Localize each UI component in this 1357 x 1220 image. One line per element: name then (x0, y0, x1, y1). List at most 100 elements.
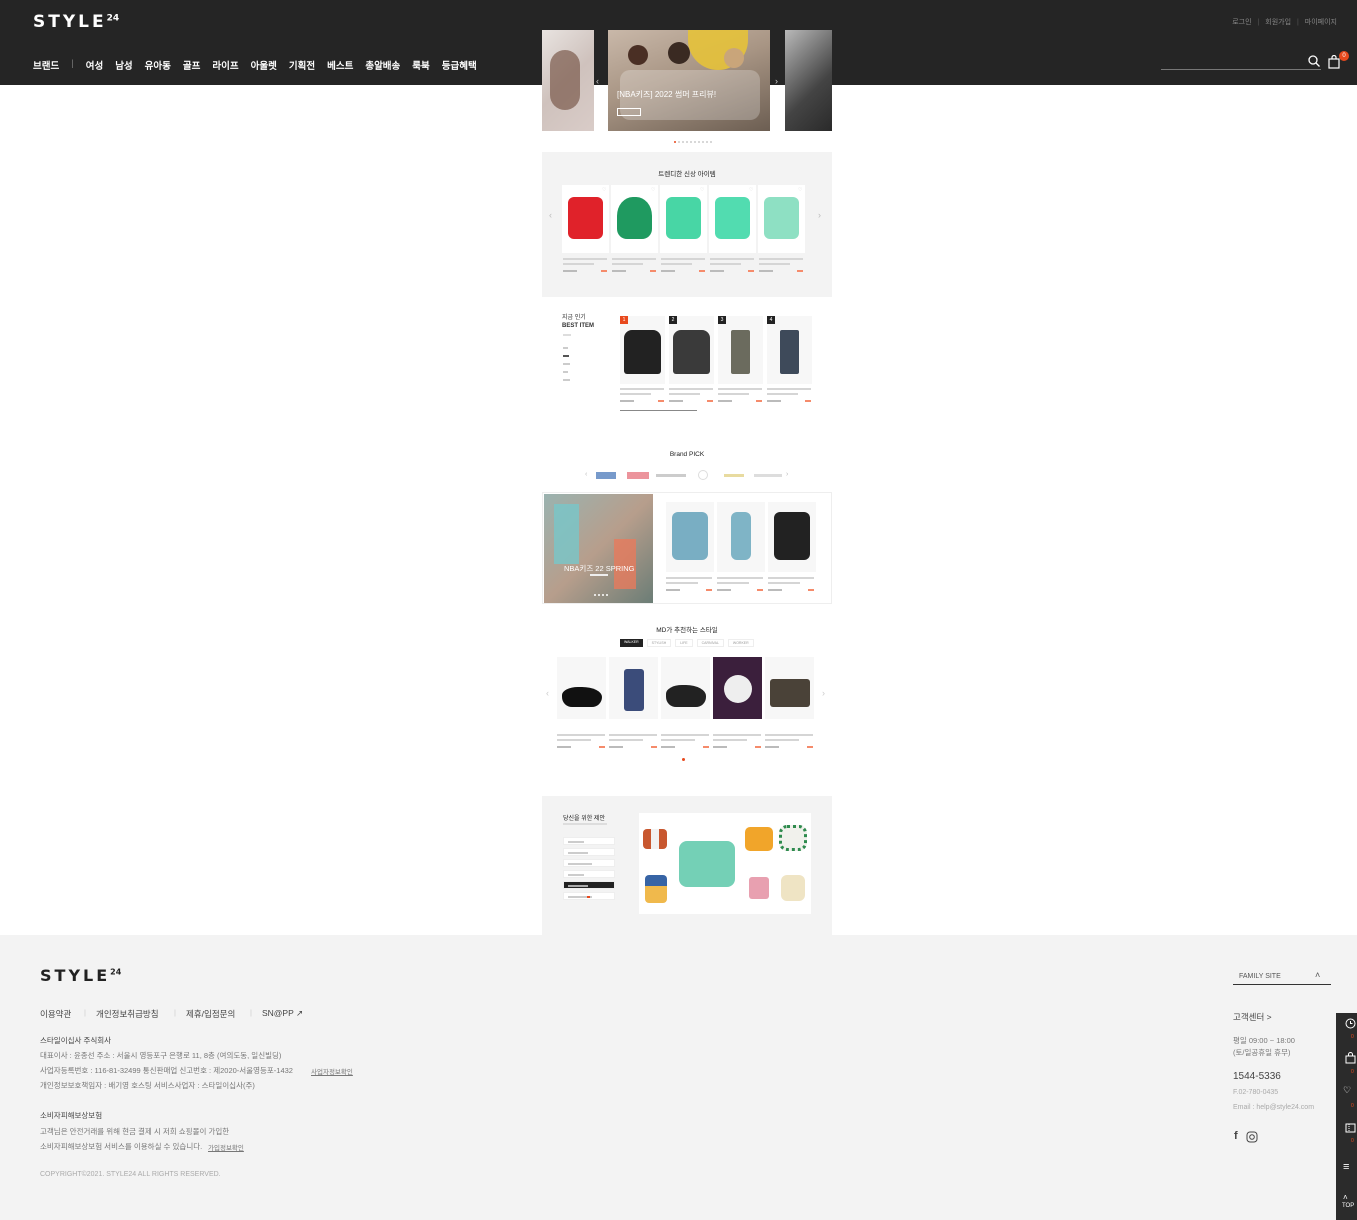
cs-title[interactable]: 고객센터 > (1233, 1011, 1272, 1023)
product-card[interactable] (660, 185, 707, 253)
coupon-icon[interactable] (1345, 1123, 1356, 1133)
family-site-select[interactable]: FAMILY SITE ˄ (1233, 969, 1331, 985)
product-card[interactable]: 1 (620, 316, 665, 384)
product-card[interactable] (557, 657, 606, 719)
hero-next-arrow[interactable]: › (775, 76, 778, 86)
cart-icon[interactable] (1345, 1052, 1356, 1064)
brand-logo-3[interactable] (656, 474, 686, 477)
nav-kids[interactable]: 유아동 (145, 58, 171, 72)
search-input[interactable] (1161, 69, 1321, 70)
hero-pagination[interactable] (674, 141, 712, 144)
product-card[interactable]: 4 (767, 316, 812, 384)
hero-dot[interactable] (686, 141, 688, 143)
nav-women[interactable]: 여성 (86, 58, 103, 72)
md-next-arrow[interactable]: › (822, 688, 825, 698)
product-name[interactable] (717, 577, 763, 579)
product-card[interactable]: 3 (718, 316, 763, 384)
product-name[interactable] (609, 734, 657, 736)
md-prev-arrow[interactable]: ‹ (546, 688, 549, 698)
hero-dot[interactable] (678, 141, 680, 143)
brand-logo-nba[interactable] (596, 472, 616, 479)
product-name[interactable] (661, 734, 709, 736)
promo-pagination[interactable] (594, 594, 608, 596)
hero-dot[interactable] (702, 141, 704, 143)
heart-icon[interactable]: ♡ (749, 187, 753, 193)
product-name[interactable] (563, 258, 607, 260)
suggest-option-2[interactable] (563, 848, 615, 856)
md-pagination[interactable] (682, 758, 685, 761)
product-card[interactable] (717, 502, 765, 572)
search-icon[interactable] (1308, 55, 1320, 67)
suggest-option-5[interactable] (563, 881, 615, 889)
product-name[interactable] (768, 577, 814, 579)
menu-icon[interactable]: ≡ (1343, 1161, 1349, 1173)
facebook-icon[interactable]: f (1234, 1130, 1238, 1142)
md-tab-carnival[interactable]: CARNIVAL (696, 639, 724, 647)
chevron-up-icon[interactable]: ˄ (1343, 1193, 1348, 1202)
product-card[interactable] (609, 657, 658, 719)
nav-best[interactable]: 베스트 (327, 58, 353, 72)
best-category-5[interactable] (563, 379, 570, 381)
product-card[interactable] (661, 657, 710, 719)
md-tab-worker[interactable]: WORKER (727, 639, 754, 647)
brand-pick-promo[interactable]: NBA키즈 22 SPRING (544, 494, 653, 603)
product-card[interactable] (709, 185, 756, 253)
hero-dot[interactable] (694, 141, 696, 143)
suggest-image[interactable] (639, 813, 811, 914)
join-link[interactable]: 회원가입 (1265, 19, 1291, 26)
product-name[interactable] (612, 258, 656, 260)
product-name[interactable] (661, 258, 705, 260)
heart-icon[interactable]: ♡ (798, 187, 802, 193)
footer-link-privacy[interactable]: 개인정보취급방침 (96, 1008, 159, 1020)
suggest-option-1[interactable] (563, 837, 615, 845)
heart-icon[interactable]: ♡ (651, 187, 655, 193)
hero-dot[interactable] (674, 141, 676, 143)
brand-next-arrow[interactable]: › (786, 471, 788, 478)
product-name[interactable] (718, 388, 762, 390)
md-tab-life[interactable]: LIFE (675, 639, 693, 647)
nav-exhibition[interactable]: 기획전 (289, 58, 315, 72)
product-card[interactable] (713, 657, 762, 719)
product-card[interactable] (758, 185, 805, 253)
trend-prev-arrow[interactable]: ‹ (549, 210, 552, 220)
hero-more-button[interactable] (617, 108, 641, 116)
product-card[interactable]: 2 (669, 316, 714, 384)
product-card[interactable] (765, 657, 814, 719)
hero-next-slide[interactable] (785, 30, 832, 131)
top-button[interactable]: TOP (1342, 1203, 1354, 1209)
hero-prev-slide[interactable] (542, 30, 594, 131)
hero-dot[interactable] (710, 141, 712, 143)
nav-brand[interactable]: 브랜드 (33, 58, 59, 72)
brand-logo-5[interactable] (724, 474, 744, 477)
site-logo[interactable]: STYLE24 (33, 12, 119, 32)
trend-next-arrow[interactable]: › (818, 210, 821, 220)
footer-link-partnership[interactable]: 제휴/입점문의 (186, 1008, 235, 1020)
recent-view-icon[interactable] (1345, 1018, 1356, 1029)
product-name[interactable] (713, 734, 761, 736)
product-name[interactable] (620, 388, 664, 390)
heart-icon[interactable]: ♡ (700, 187, 704, 193)
hero-prev-arrow[interactable]: ‹ (596, 76, 599, 86)
footer-logo[interactable]: STYLE24 (40, 966, 121, 985)
hero-dot[interactable] (682, 141, 684, 143)
best-category-3[interactable] (563, 363, 570, 365)
brand-logo-4[interactable] (698, 470, 708, 480)
biz-check-link[interactable]: 사업자정보확인 (311, 1066, 353, 1076)
footer-link-terms[interactable]: 이용약관 (40, 1008, 71, 1020)
product-card[interactable] (562, 185, 609, 253)
md-tab-stylish[interactable]: STYLISH (646, 639, 672, 647)
md-tab-walker[interactable]: WALKER (620, 639, 643, 647)
best-category-2[interactable] (563, 355, 569, 357)
hero-dot[interactable] (706, 141, 708, 143)
nav-benefits[interactable]: 등급혜택 (442, 58, 477, 72)
suggest-option-3[interactable] (563, 859, 615, 867)
nav-life[interactable]: 라이프 (212, 58, 238, 72)
best-scrollbar[interactable] (620, 410, 697, 411)
brand-prev-arrow[interactable]: ‹ (585, 471, 587, 478)
instagram-icon[interactable] (1246, 1131, 1258, 1143)
best-category-4[interactable] (563, 371, 568, 373)
footer-link-snapp[interactable]: SN@PP ↗ (262, 1008, 303, 1019)
mypage-link[interactable]: 마이페이지 (1305, 19, 1337, 26)
product-name[interactable] (759, 258, 803, 260)
product-name[interactable] (669, 388, 713, 390)
